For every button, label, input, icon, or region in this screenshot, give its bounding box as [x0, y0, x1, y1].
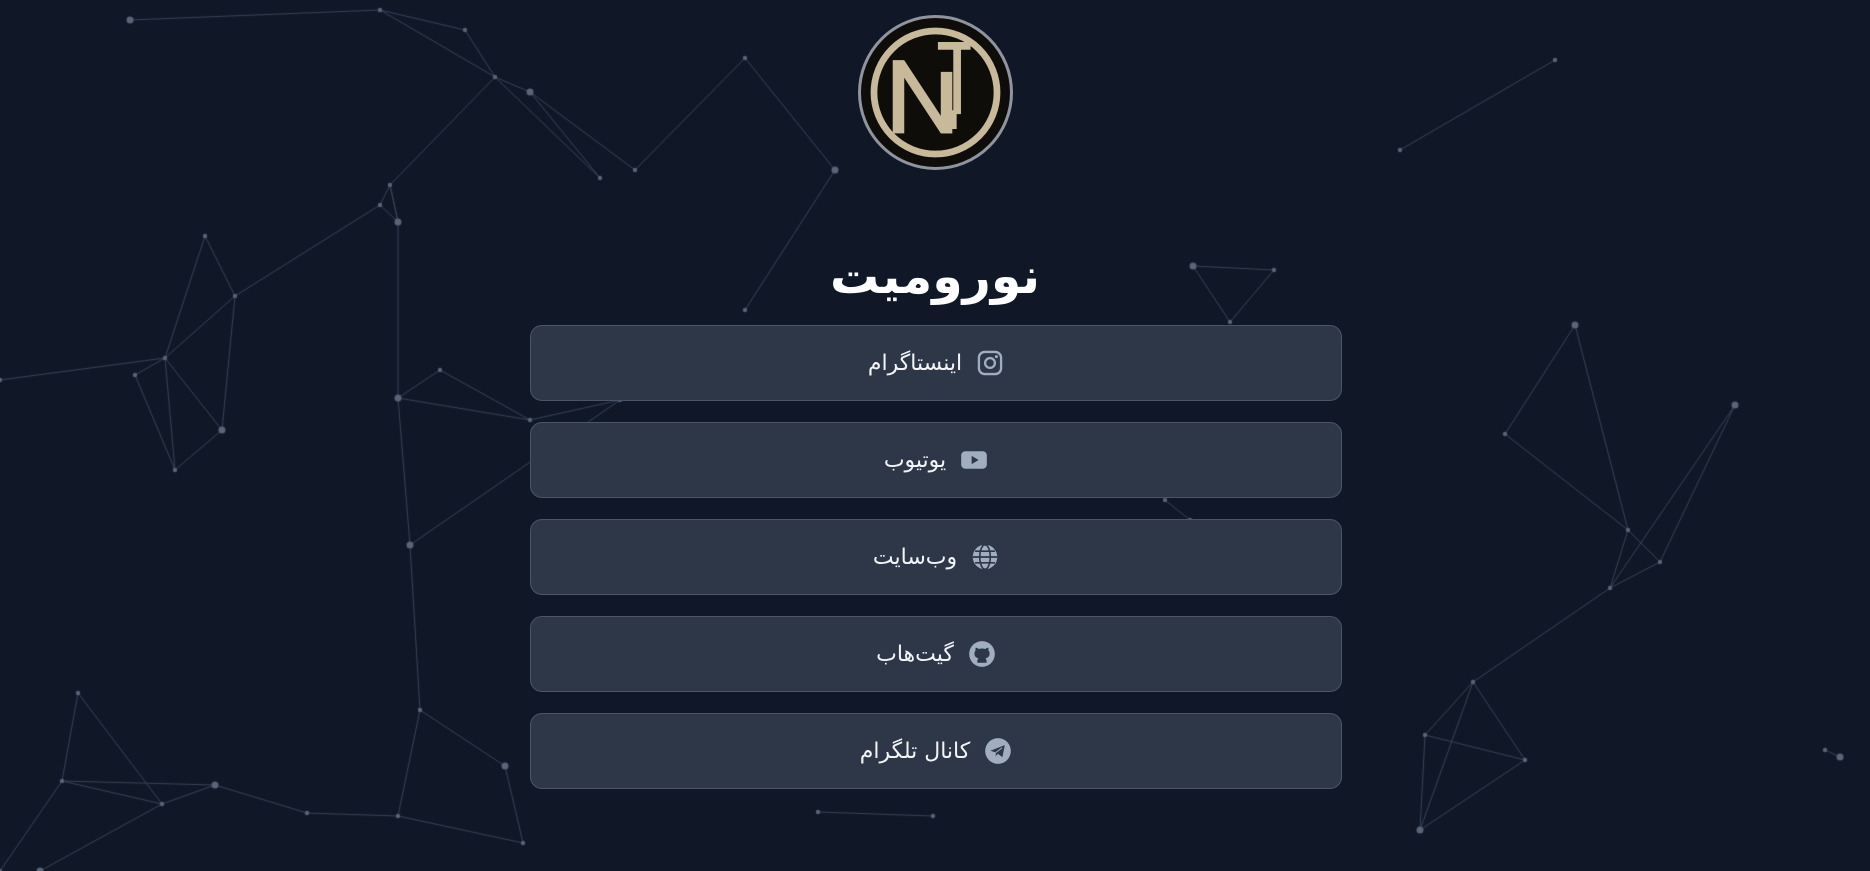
youtube-link-button[interactable]: یوتیوب: [530, 422, 1342, 498]
links-list: اینستاگرام یوتیوب وب‌سایت گیت‌هاب: [530, 325, 1342, 810]
github-icon: [968, 640, 996, 668]
globe-icon: [971, 543, 999, 571]
link-page: نورومیت اینستاگرام یوتیوب وب‌سایت: [0, 0, 1870, 871]
youtube-icon: [960, 446, 988, 474]
instagram-link-label: اینستاگرام: [867, 350, 963, 376]
youtube-link-label: یوتیوب: [883, 447, 947, 473]
logo: [858, 15, 1013, 170]
nj-monogram-icon: [870, 27, 1001, 158]
github-link-button[interactable]: گیت‌هاب: [530, 616, 1342, 692]
telegram-link-label: کانال تلگرام: [859, 738, 971, 764]
page-content: نورومیت اینستاگرام یوتیوب وب‌سایت: [0, 0, 1870, 871]
github-link-label: گیت‌هاب: [876, 641, 954, 667]
instagram-icon: [976, 349, 1004, 377]
instagram-link-button[interactable]: اینستاگرام: [530, 325, 1342, 401]
telegram-link-button[interactable]: کانال تلگرام: [530, 713, 1342, 789]
telegram-icon: [984, 737, 1012, 765]
website-link-label: وب‌سایت: [872, 544, 958, 570]
page-title: نورومیت: [830, 248, 1040, 305]
website-link-button[interactable]: وب‌سایت: [530, 519, 1342, 595]
